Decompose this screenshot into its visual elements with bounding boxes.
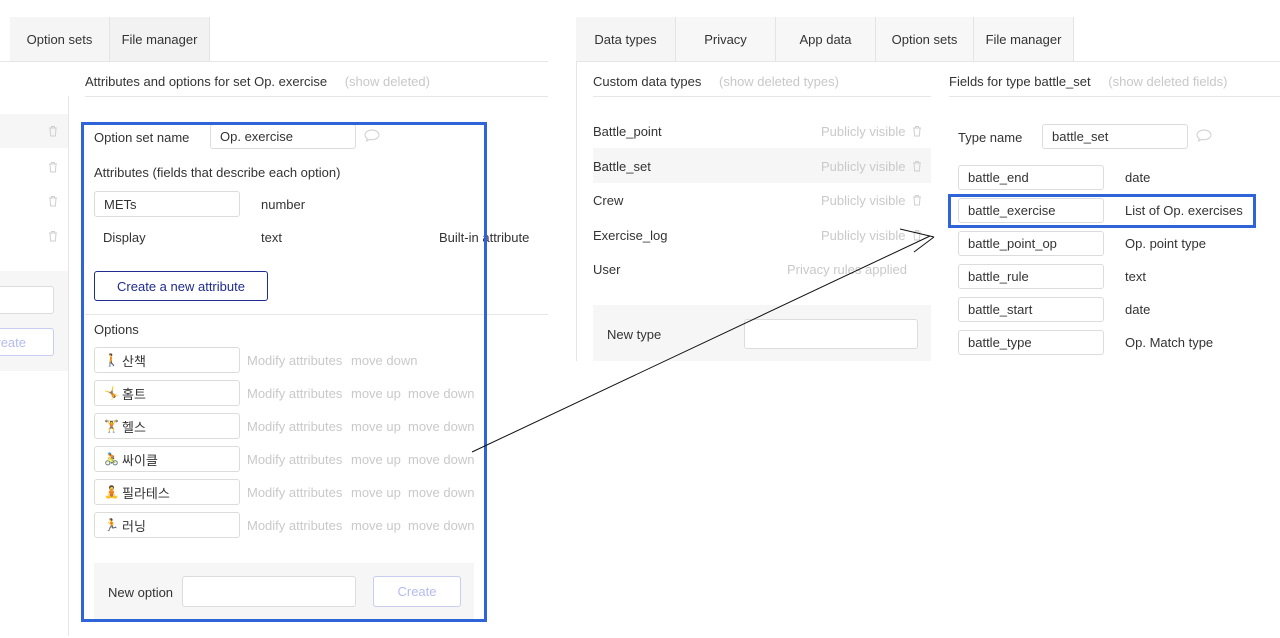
connector-arrow bbox=[471, 228, 935, 453]
